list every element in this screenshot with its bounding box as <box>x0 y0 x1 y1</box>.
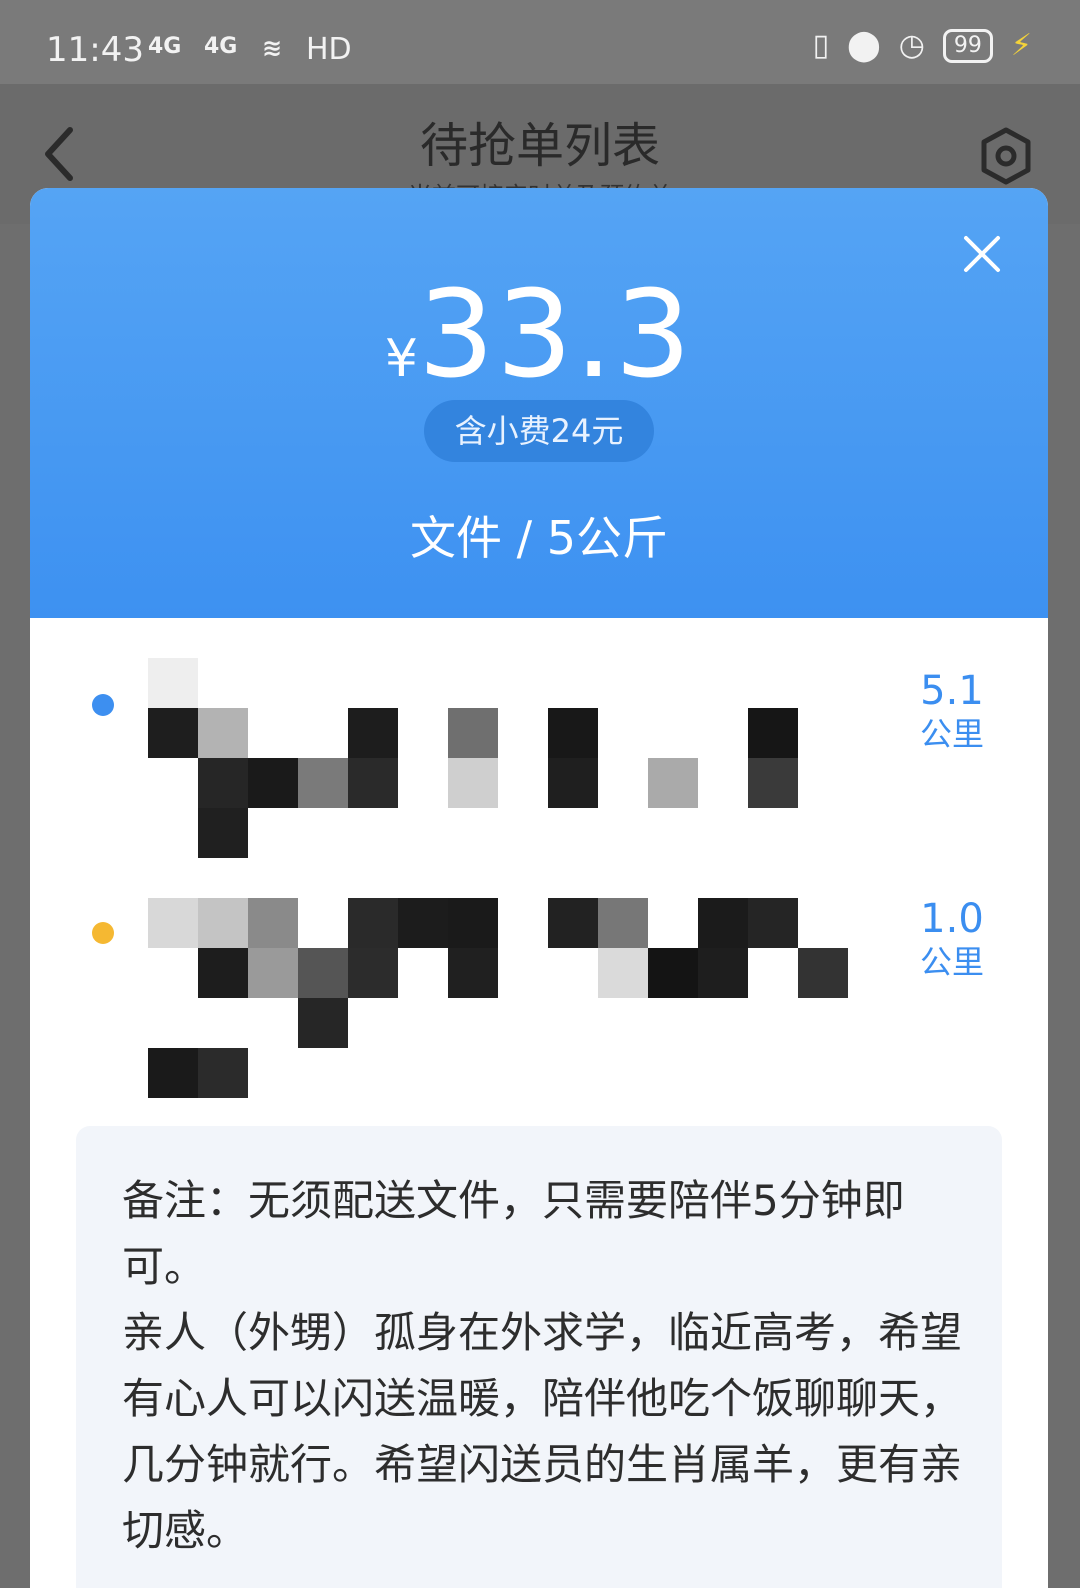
dropoff-address-redacted <box>148 898 848 1098</box>
pickup-distance: 5.1 公里 <box>919 668 984 753</box>
pickup-row: 5.1 公里 <box>30 638 1048 878</box>
dropoff-dot-icon <box>92 922 114 944</box>
wifi-icon: ≋ <box>262 34 283 62</box>
charging-icon: ⚡ <box>1010 28 1032 63</box>
signal-icon: 4G <box>204 34 238 59</box>
page-title: 待抢单列表 <box>419 118 660 174</box>
pickup-address-redacted <box>148 648 848 858</box>
settings-icon[interactable] <box>978 126 1034 186</box>
dropoff-distance: 1.0 公里 <box>919 896 984 981</box>
network-label: HD <box>306 32 352 67</box>
status-time: 11:43 <box>46 30 144 70</box>
battery-icon: 99 <box>942 28 993 63</box>
alarm-icon: ◷ <box>898 28 925 63</box>
order-detail-modal: ¥33.3 含小费24元 文件 / 5公斤 5.1 公里 1.0 公里 备注：无… <box>30 188 1048 1588</box>
note-text: 备注：无须配送文件，只需要陪伴5分钟即可。 亲人（外甥）孤身在外求学，临近高考，… <box>122 1176 963 1555</box>
status-bar: 11:43 4G 4G ≋ HD ▯ ⬤ ◷ 99 ⚡ <box>0 0 1080 84</box>
price-amount: 33.3 <box>417 266 694 405</box>
signal-icon: 4G <box>148 34 182 59</box>
pickup-dot-icon <box>92 694 114 716</box>
status-icons: ▯ ⬤ ◷ 99 ⚡ <box>813 28 1032 63</box>
cargo-info: 文件 / 5公斤 <box>409 511 668 565</box>
currency-symbol: ¥ <box>384 329 418 389</box>
vibrate-icon: ▯ <box>812 28 830 63</box>
dropoff-row: 1.0 公里 <box>30 868 1048 1108</box>
location-icon: ⬤ <box>847 28 881 63</box>
order-summary: ¥33.3 含小费24元 文件 / 5公斤 <box>30 188 1048 618</box>
tip-badge: 含小费24元 <box>424 400 654 462</box>
order-note: 备注：无须配送文件，只需要陪伴5分钟即可。 亲人（外甥）孤身在外求学，临近高考，… <box>76 1126 1002 1588</box>
order-price: ¥33.3 <box>30 266 1048 405</box>
